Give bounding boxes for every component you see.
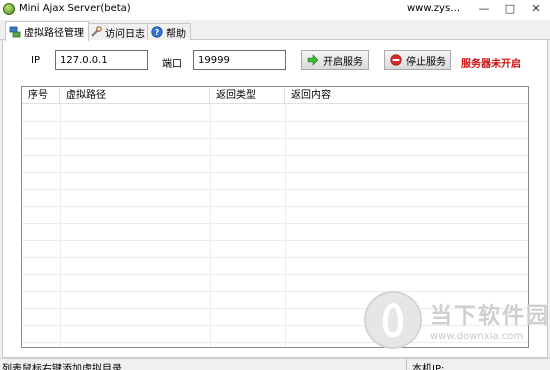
status-hint: 列表鼠标右键添加虚拟目录 bbox=[2, 364, 122, 370]
port-input[interactable] bbox=[193, 50, 286, 70]
ip-input[interactable] bbox=[55, 50, 148, 70]
port-label: 端口 bbox=[162, 59, 182, 70]
tab-label: 帮助 bbox=[166, 28, 186, 40]
grid-row-line bbox=[22, 206, 528, 207]
column-header-return-content[interactable]: 返回内容 bbox=[285, 87, 528, 104]
stop-icon bbox=[390, 54, 402, 66]
svg-text:?: ? bbox=[155, 28, 160, 37]
grid-column-line bbox=[285, 104, 286, 347]
grid-row-line bbox=[22, 240, 528, 241]
grid-row-line bbox=[22, 138, 528, 139]
tab-access-log[interactable]: 访问日志 bbox=[86, 23, 150, 40]
close-button[interactable]: ✕ bbox=[526, 1, 546, 17]
tab-label: 虚拟路径管理 bbox=[24, 28, 84, 39]
start-service-button[interactable]: 开启服务 bbox=[301, 50, 369, 70]
watermark-logo-icon bbox=[364, 291, 422, 349]
app-icon bbox=[3, 3, 15, 15]
watermark: 当下软件园 www.downxia.com bbox=[360, 289, 548, 355]
minimize-button[interactable]: — bbox=[474, 1, 494, 17]
column-header-path[interactable]: 虚拟路径 bbox=[60, 87, 210, 104]
column-header-return-type[interactable]: 返回类型 bbox=[210, 87, 285, 104]
network-icon bbox=[9, 26, 21, 38]
grid-column-line bbox=[60, 104, 61, 347]
column-header-index[interactable]: 序号 bbox=[22, 87, 60, 104]
window-title: Mini Ajax Server(beta) bbox=[19, 3, 131, 14]
watermark-url: www.downxia.com bbox=[430, 331, 524, 342]
grid-row-line bbox=[22, 223, 528, 224]
watermark-text: 当下软件园 bbox=[430, 304, 550, 329]
grid-row-line bbox=[22, 121, 528, 122]
tab-help[interactable]: ? 帮助 bbox=[147, 23, 191, 40]
server-status: 服务器未开启 bbox=[461, 59, 521, 70]
tab-strip: 虚拟路径管理 访问日志 ? 帮助 bbox=[0, 20, 550, 41]
arrow-right-icon bbox=[307, 54, 319, 66]
grid-row-line bbox=[22, 155, 528, 156]
ip-label: IP bbox=[31, 55, 40, 66]
grid-row-line bbox=[22, 274, 528, 275]
stop-service-button[interactable]: 停止服务 bbox=[384, 50, 451, 70]
maximize-button[interactable]: □ bbox=[500, 1, 520, 17]
title-bar: Mini Ajax Server(beta) www.zys… — □ ✕ bbox=[0, 0, 550, 20]
grid-row-line bbox=[22, 189, 528, 190]
grid-row-line bbox=[22, 257, 528, 258]
status-bar: 列表鼠标右键添加虚拟目录 本机IP: bbox=[0, 358, 550, 370]
tab-label: 访问日志 bbox=[105, 28, 145, 40]
table-header: 序号 虚拟路径 返回类型 返回内容 bbox=[22, 87, 528, 104]
tools-icon bbox=[90, 26, 102, 38]
help-icon: ? bbox=[151, 26, 163, 38]
grid-column-line bbox=[210, 104, 211, 347]
status-separator bbox=[406, 359, 407, 370]
tab-virtual-path[interactable]: 虚拟路径管理 bbox=[5, 21, 89, 41]
grid-row-line bbox=[22, 172, 528, 173]
website-url: www.zys… bbox=[407, 3, 461, 14]
local-ip-label: 本机IP: bbox=[412, 364, 445, 370]
